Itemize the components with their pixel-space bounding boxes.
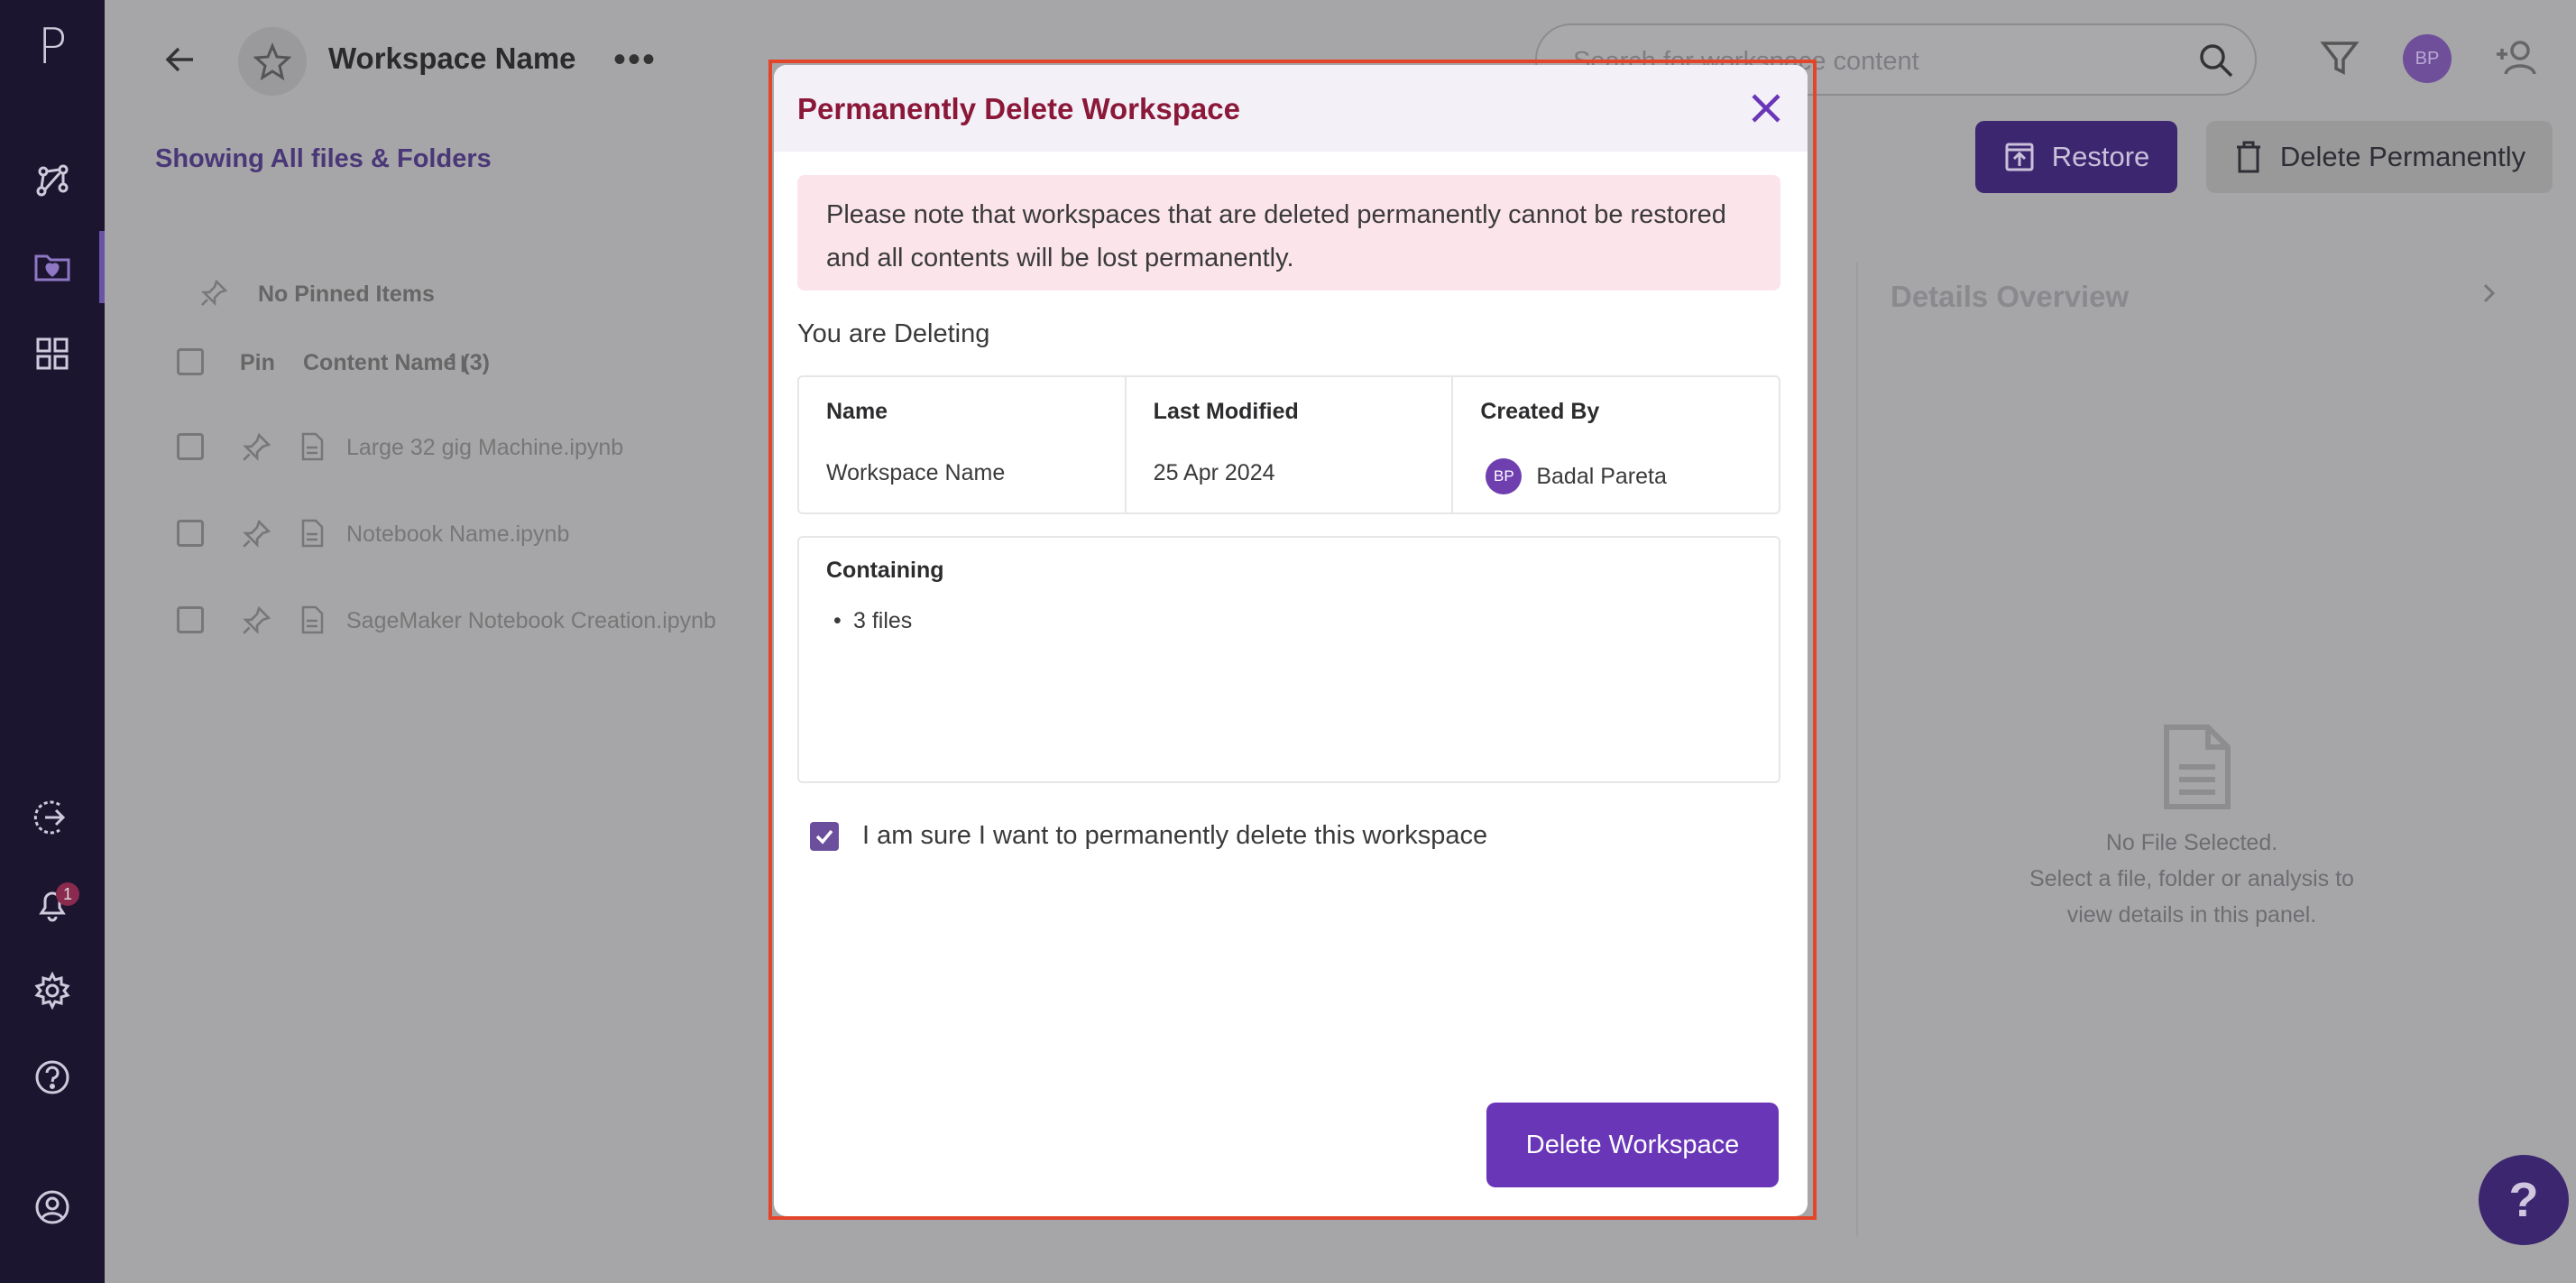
no-file-title: No File Selected. <box>2105 830 2278 855</box>
gear-icon <box>34 971 70 1011</box>
question-circle-icon <box>35 1060 69 1094</box>
column-pin: Pin <box>240 350 275 375</box>
info-created-col: Created By BP Badal Pareta <box>1453 377 1779 512</box>
containing-box: Containing 3 files <box>797 536 1780 783</box>
workspace-info-table: Name Workspace Name Last Modified 25 Apr… <box>797 375 1780 514</box>
delete-permanently-button[interactable]: Delete Permanently <box>2206 121 2553 193</box>
name-value: Workspace Name <box>826 460 1006 485</box>
row-checkbox[interactable] <box>177 433 204 460</box>
modified-header: Last Modified <box>1153 399 1299 424</box>
avatar: BP <box>1486 458 1523 494</box>
graph-nodes-icon <box>36 164 69 197</box>
sidebar-item-settings[interactable] <box>0 955 105 1027</box>
sort-icon[interactable] <box>447 350 469 375</box>
modal-title: Permanently Delete Workspace <box>797 92 1240 125</box>
name-header: Name <box>826 399 888 424</box>
no-file-line1: Select a file, folder or analysis to <box>2029 866 2354 891</box>
checkmark-icon <box>815 829 833 845</box>
modified-value: 25 Apr 2024 <box>1153 460 1275 485</box>
showing-label: Showing All files & Folders <box>155 144 492 173</box>
row-checkbox[interactable] <box>177 520 204 547</box>
info-name-col: Name Workspace Name <box>799 377 1127 512</box>
pin-icon <box>200 279 228 307</box>
restore-button[interactable]: Restore <box>1975 121 2177 193</box>
document-icon <box>2164 725 2231 809</box>
pin-icon[interactable] <box>240 605 272 637</box>
info-modified-col: Last Modified 25 Apr 2024 <box>1127 377 1454 512</box>
details-panel: Details Overview No File Selected. Selec… <box>1856 262 2524 1236</box>
containing-header: Containing <box>826 558 944 583</box>
delete-workspace-button[interactable]: Delete Workspace <box>1486 1103 1779 1187</box>
sidebar-item-apps[interactable] <box>0 318 105 390</box>
more-options-icon[interactable]: ••• <box>613 40 657 80</box>
trash-icon <box>2236 141 2260 173</box>
sidebar-item-profile[interactable] <box>0 1171 105 1243</box>
notebook-file-icon <box>301 432 324 461</box>
delete-workspace-modal: Permanently Delete Workspace Please note… <box>774 65 1808 1216</box>
deleting-label: You are Deleting <box>797 319 990 348</box>
user-circle-icon <box>35 1190 69 1224</box>
app-logo[interactable]: P <box>0 18 105 75</box>
filter-icon[interactable] <box>2318 36 2361 79</box>
circle-arrow-icon <box>33 800 66 835</box>
upload-box-icon <box>2005 143 2034 171</box>
select-all-checkbox[interactable] <box>177 348 204 375</box>
modal-header: Permanently Delete Workspace <box>774 65 1808 152</box>
folder-heart-icon <box>34 254 70 282</box>
sidebar-item-import[interactable] <box>0 781 105 854</box>
sidebar-item-notifications[interactable]: 1 <box>0 868 105 940</box>
notification-badge: 1 <box>56 882 79 906</box>
file-name[interactable]: Large 32 gig Machine.ipynb <box>346 435 623 461</box>
help-chat-button[interactable]: ? <box>2479 1155 2569 1245</box>
notebook-file-icon <box>301 519 324 548</box>
pin-icon[interactable] <box>240 431 272 464</box>
chevron-right-icon[interactable] <box>2475 280 2502 307</box>
file-name[interactable]: SageMaker Notebook Creation.ipynb <box>346 608 716 634</box>
delete-permanently-label: Delete Permanently <box>2279 141 2526 172</box>
back-button[interactable] <box>155 34 206 85</box>
sidebar-item-help[interactable] <box>0 1041 105 1113</box>
no-file-line2: view details in this panel. <box>2066 902 2317 928</box>
creator-name: Badal Pareta <box>1536 463 1667 489</box>
no-pinned-label: No Pinned Items <box>258 282 435 307</box>
file-name[interactable]: Notebook Name.ipynb <box>346 522 569 548</box>
list-item: 3 files <box>833 608 912 634</box>
add-user-icon[interactable] <box>2493 36 2540 79</box>
workspace-title: Workspace Name <box>328 42 576 75</box>
favorite-button[interactable] <box>238 27 307 96</box>
details-title: Details Overview <box>1891 280 2130 313</box>
sidebar-item-workspaces[interactable] <box>0 231 105 303</box>
notebook-file-icon <box>301 605 324 634</box>
pin-icon[interactable] <box>240 518 272 550</box>
row-checkbox[interactable] <box>177 606 204 633</box>
user-avatar[interactable]: BP <box>2403 34 2452 83</box>
search-icon[interactable] <box>2197 42 2235 79</box>
star-icon <box>253 42 291 80</box>
confirm-checkbox[interactable] <box>810 821 839 851</box>
grid-icon <box>36 337 69 370</box>
created-header: Created By <box>1480 399 1600 424</box>
arrow-left-icon <box>165 47 193 72</box>
creator: BP Badal Pareta <box>1486 458 1667 494</box>
close-icon[interactable] <box>1746 88 1786 128</box>
no-file-message: No File Selected. Select a file, folder … <box>1858 825 2525 933</box>
sidebar: P 1 <box>0 0 105 1283</box>
restore-label: Restore <box>2051 141 2150 172</box>
confirm-label: I am sure I want to permanently delete t… <box>862 821 1488 850</box>
warning-banner: Please note that workspaces that are del… <box>797 175 1780 291</box>
confirm-row[interactable]: I am sure I want to permanently delete t… <box>810 821 1487 851</box>
sidebar-item-analytics[interactable] <box>0 144 105 217</box>
